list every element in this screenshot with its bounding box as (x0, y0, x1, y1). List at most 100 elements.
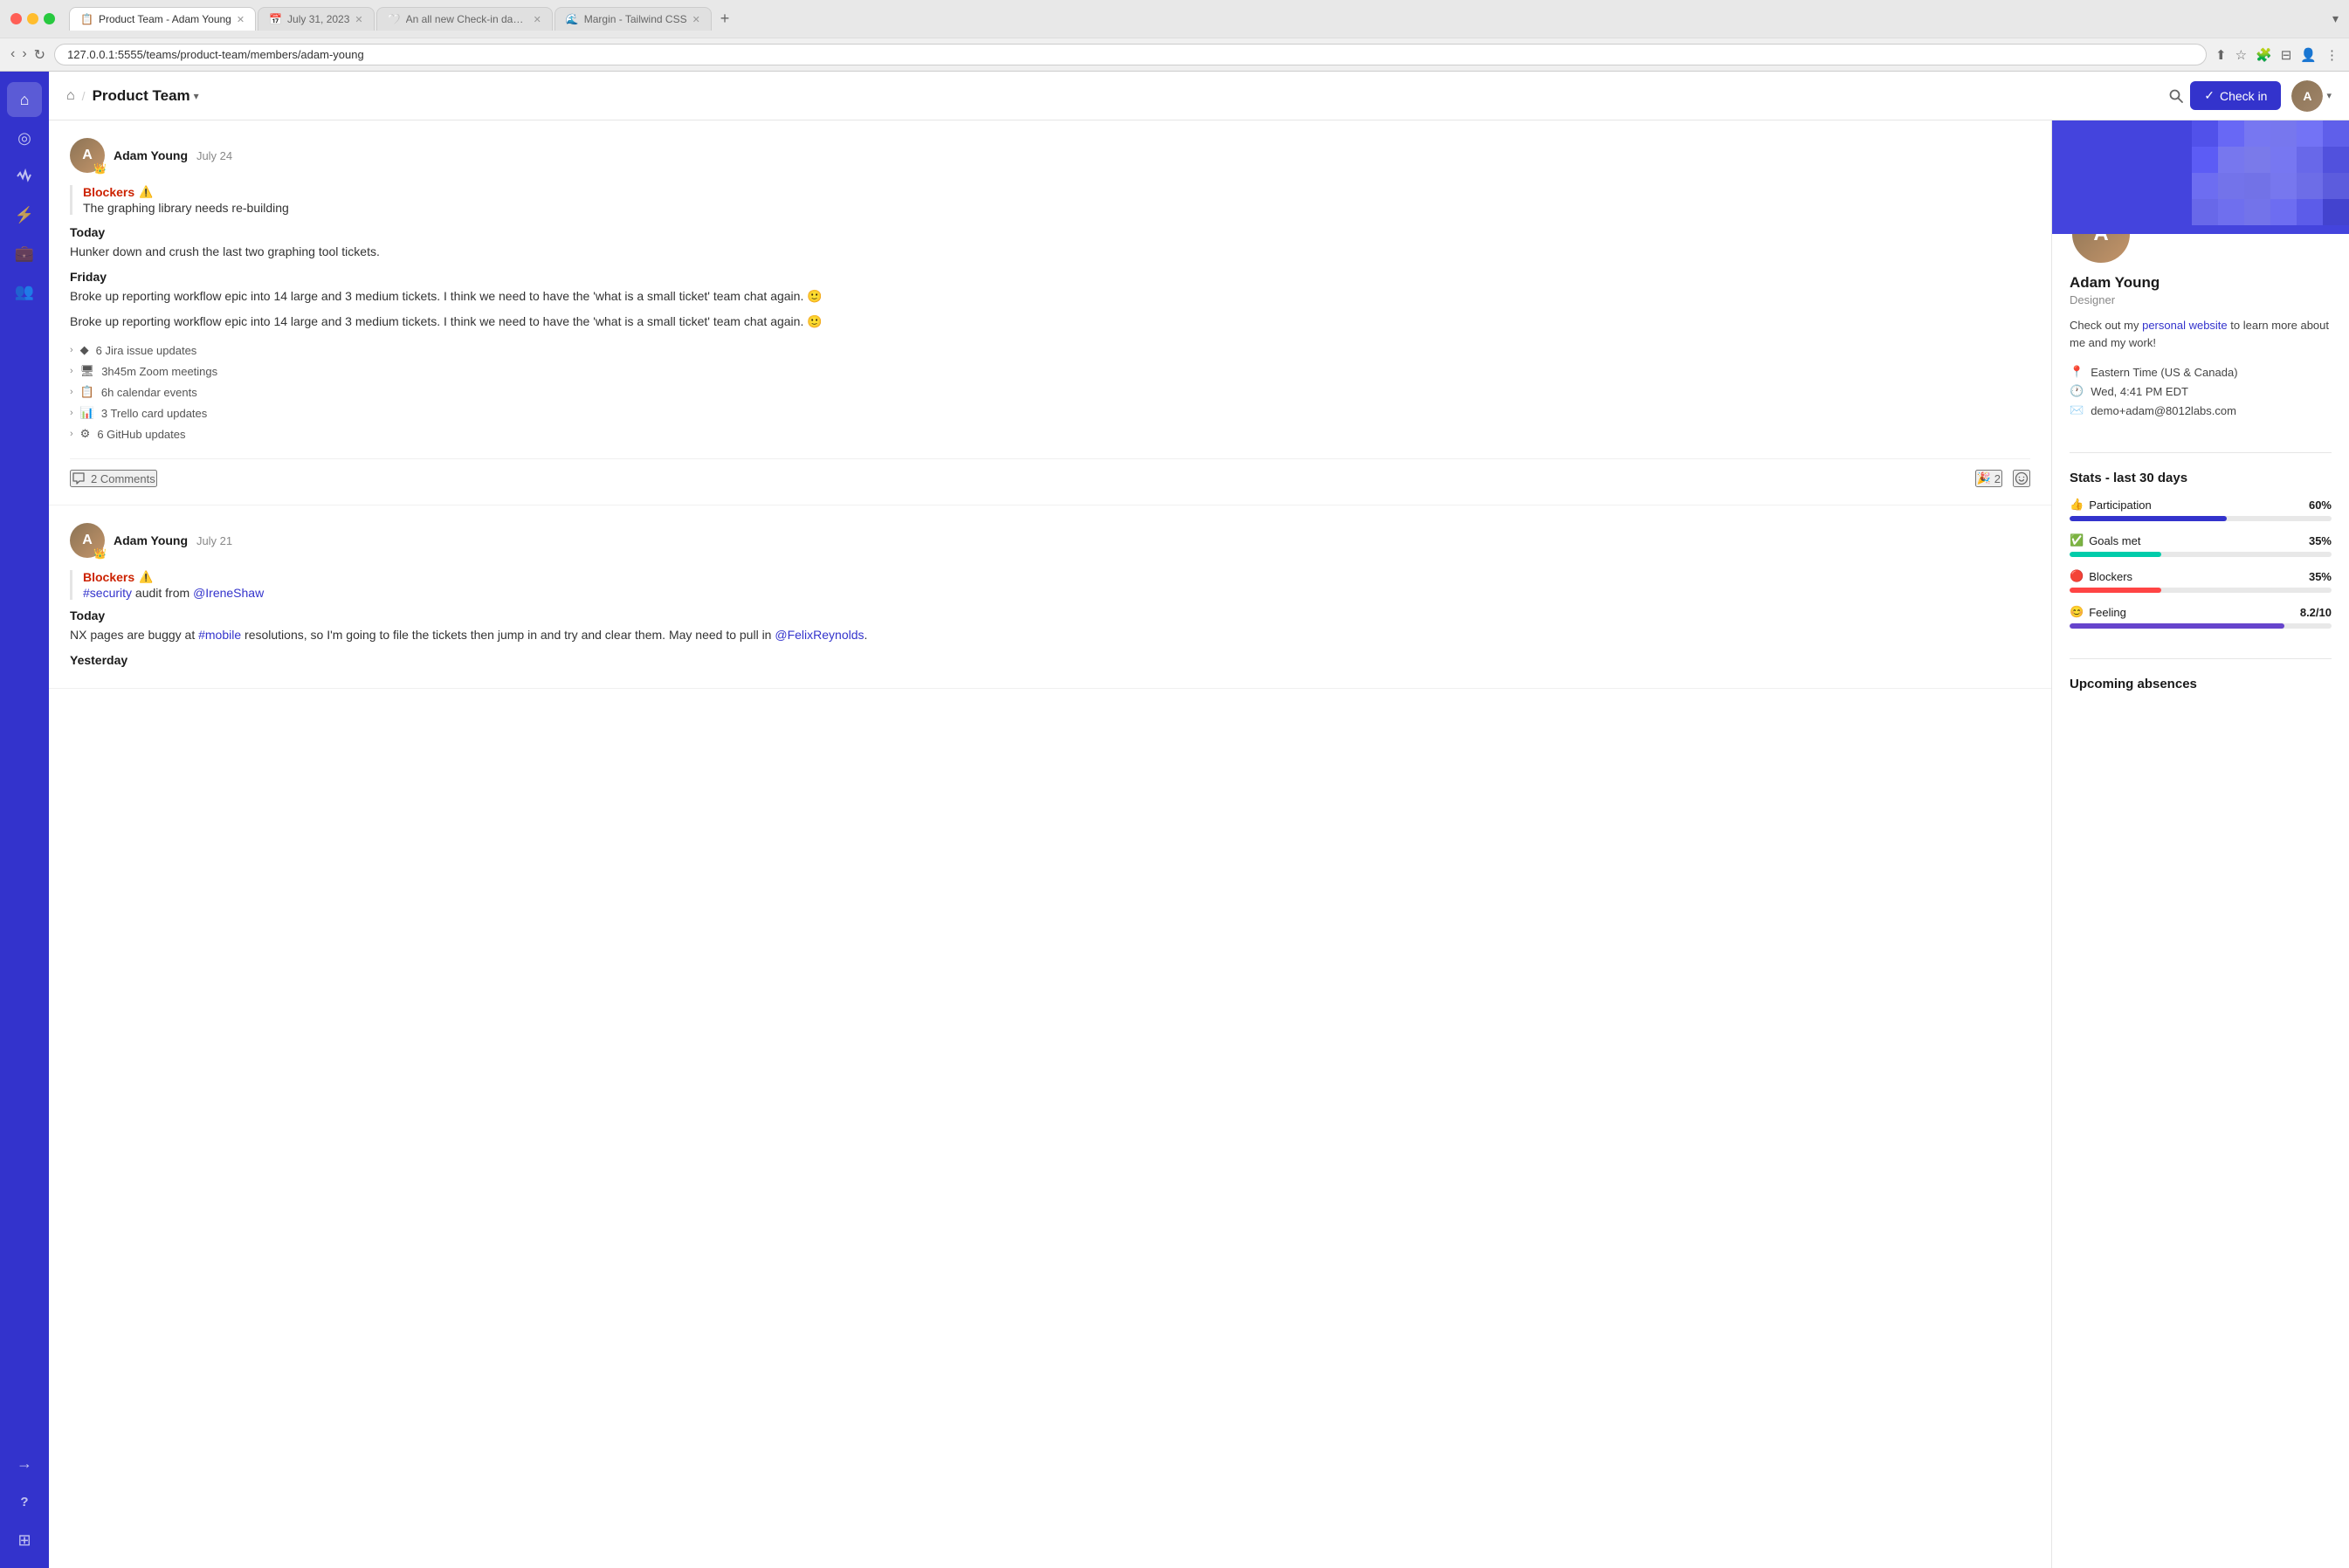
profile-banner (2052, 120, 2349, 234)
stat-participation-bar-fill (2070, 516, 2227, 521)
sidebar-item-lightning[interactable]: ⚡ (7, 197, 42, 232)
user-menu[interactable]: A ▾ (2281, 80, 2332, 112)
header-home-icon[interactable]: ⌂ (66, 88, 75, 104)
sidebar-item-bag[interactable]: 💼 (7, 236, 42, 271)
activity-toggle-trello[interactable]: › (70, 408, 73, 418)
today-content-1: Hunker down and crush the last two graph… (70, 243, 2030, 261)
feed-author-2: Adam Young (114, 533, 188, 547)
traffic-lights (10, 13, 55, 24)
reaction-count-1: 2 (1994, 472, 2001, 485)
refresh-button[interactable]: ↻ (34, 46, 45, 64)
profile-icon[interactable]: 👤 (2300, 47, 2317, 63)
profile-info: A Adam Young Designer Check out my perso… (2052, 203, 2349, 452)
today-content-2: NX pages are buggy at #mobile resolution… (70, 626, 2030, 644)
github-text: 6 GitHub updates (97, 428, 185, 441)
tab-favicon4: 🌊 (566, 13, 579, 25)
feed: A 👑 Adam Young July 24 Blockers ⚠️ (49, 120, 2052, 1568)
extensions-icon[interactable]: 🧩 (2256, 47, 2272, 63)
sidebar-toggle-icon[interactable]: ⊟ (2281, 47, 2292, 63)
tab-close-icon[interactable]: ✕ (237, 14, 245, 25)
browser-chrome: 📋 Product Team - Adam Young ✕ 📅 July 31,… (0, 0, 2349, 72)
menu-icon[interactable]: ⋮ (2325, 47, 2339, 63)
maximize-button[interactable] (44, 13, 55, 24)
activity-toggle-jira[interactable]: › (70, 345, 73, 355)
tabs-bar: 📋 Product Team - Adam Young ✕ 📅 July 31,… (69, 7, 2325, 31)
bookmark-icon[interactable]: ☆ (2235, 47, 2247, 63)
minimize-button[interactable] (27, 13, 38, 24)
tab-checkin[interactable]: 🤍 An all new Check-in dashboar... ✕ (376, 7, 553, 31)
stat-feeling-bar-bg (2070, 623, 2332, 629)
tab-label4: Margin - Tailwind CSS (584, 13, 687, 25)
sidebar-item-grid[interactable]: ⊞ (7, 1523, 42, 1558)
forward-button[interactable]: › (22, 46, 26, 64)
activity-items-1: › ◆ 6 Jira issue updates › 🖥 3h45m Zoom … (70, 340, 2030, 444)
activity-jira: › ◆ 6 Jira issue updates (70, 340, 2030, 361)
blockers-section-1: Blockers ⚠️ The graphing library needs r… (70, 185, 2030, 215)
avatar-badge-icon-2: 👑 (93, 547, 107, 560)
comments-button-1[interactable]: 2 Comments (70, 470, 157, 487)
feed-item-1-footer: 2 Comments 🎉 2 (70, 458, 2030, 487)
personal-website-link[interactable]: personal website (2142, 319, 2228, 332)
sidebar: ⌂ ◎ ⚡ 💼 👥 → ? ⊞ (0, 72, 49, 1568)
feed-item-1-header: A 👑 Adam Young July 24 (70, 138, 2030, 173)
reaction-button-1[interactable]: 🎉 2 (1975, 470, 2002, 487)
tab-july31[interactable]: 📅 July 31, 2023 ✕ (258, 7, 375, 31)
reaction-add-icon (2015, 471, 2029, 485)
user-avatar[interactable]: A (2291, 80, 2323, 112)
sidebar-item-arrow[interactable]: → (7, 1446, 42, 1481)
profile-bio: Check out my personal website to learn m… (2070, 317, 2332, 351)
irene-mention[interactable]: @IreneShaw (193, 586, 264, 600)
felix-mention[interactable]: @FelixReynolds (775, 628, 864, 642)
stat-blockers-label: 🔴 Blockers (2070, 569, 2132, 583)
close-button[interactable] (10, 13, 22, 24)
feed-item-2-content: Blockers ⚠️ #security audit from @IreneS… (70, 570, 2030, 667)
stat-blockers-bar-bg (2070, 588, 2332, 593)
search-icon (2168, 88, 2184, 104)
sidebar-item-users[interactable]: 👥 (7, 274, 42, 309)
security-tag[interactable]: #security (83, 586, 132, 600)
activity-toggle-github[interactable]: › (70, 429, 73, 439)
tab-product-team[interactable]: 📋 Product Team - Adam Young ✕ (69, 7, 256, 31)
sidebar-item-help[interactable]: ? (7, 1484, 42, 1519)
tab-close-icon2[interactable]: ✕ (355, 14, 362, 25)
main-container: ⌂ / Product Team ▾ ✓ Check in A ▾ (49, 72, 2349, 1568)
share-icon[interactable]: ⬆ (2215, 47, 2227, 63)
tab-margin[interactable]: 🌊 Margin - Tailwind CSS ✕ (555, 7, 712, 31)
activity-toggle-calendar[interactable]: › (70, 387, 73, 397)
search-button[interactable] (2162, 82, 2190, 110)
stat-blockers-value: 35% (2309, 570, 2332, 583)
trello-icon: 📊 (80, 406, 94, 420)
tab-close-icon4[interactable]: ✕ (692, 14, 700, 25)
header-chevron-icon[interactable]: ▾ (194, 90, 199, 102)
calendar-icon: 📋 (80, 385, 94, 399)
mobile-tag[interactable]: #mobile (198, 628, 241, 642)
back-button[interactable]: ‹ (10, 46, 15, 64)
avatar-badge-icon: 👑 (93, 162, 107, 175)
check-in-button[interactable]: ✓ Check in (2190, 81, 2281, 110)
tab-close-icon3[interactable]: ✕ (534, 14, 541, 25)
stats-title: Stats - last 30 days (2070, 471, 2332, 485)
stat-blockers-bar-fill (2070, 588, 2161, 593)
calendar-text: 6h calendar events (101, 386, 197, 399)
sidebar-item-activity[interactable] (7, 159, 42, 194)
feed-author-1: Adam Young (114, 148, 188, 162)
activity-github: › ⚙ 6 GitHub updates (70, 423, 2030, 444)
address-input[interactable] (54, 44, 2207, 65)
blocker-detail-2: #security audit from @IreneShaw (83, 586, 2030, 600)
blocker-text-1: The graphing library needs re-building (83, 201, 2030, 215)
check-in-checkmark-icon: ✓ (2204, 88, 2215, 103)
feed-item-1-meta: Adam Young July 24 (114, 148, 232, 162)
user-menu-chevron-icon[interactable]: ▾ (2326, 90, 2332, 101)
activity-toggle-zoom[interactable]: › (70, 366, 73, 376)
stat-goals-bar-bg (2070, 552, 2332, 557)
users-icon: 👥 (15, 283, 34, 301)
header-team-name[interactable]: Product Team (93, 87, 190, 105)
app: ⌂ ◎ ⚡ 💼 👥 → ? ⊞ (0, 72, 2349, 1568)
yesterday-label-2: Yesterday (70, 653, 2030, 667)
sidebar-item-target[interactable]: ◎ (7, 120, 42, 155)
add-reaction-button-1[interactable] (2013, 470, 2030, 487)
clock-icon: 🕐 (2070, 384, 2084, 398)
new-tab-button[interactable]: + (713, 10, 737, 28)
activity-zoom: › 🖥 3h45m Zoom meetings (70, 361, 2030, 382)
sidebar-item-home[interactable]: ⌂ (7, 82, 42, 117)
